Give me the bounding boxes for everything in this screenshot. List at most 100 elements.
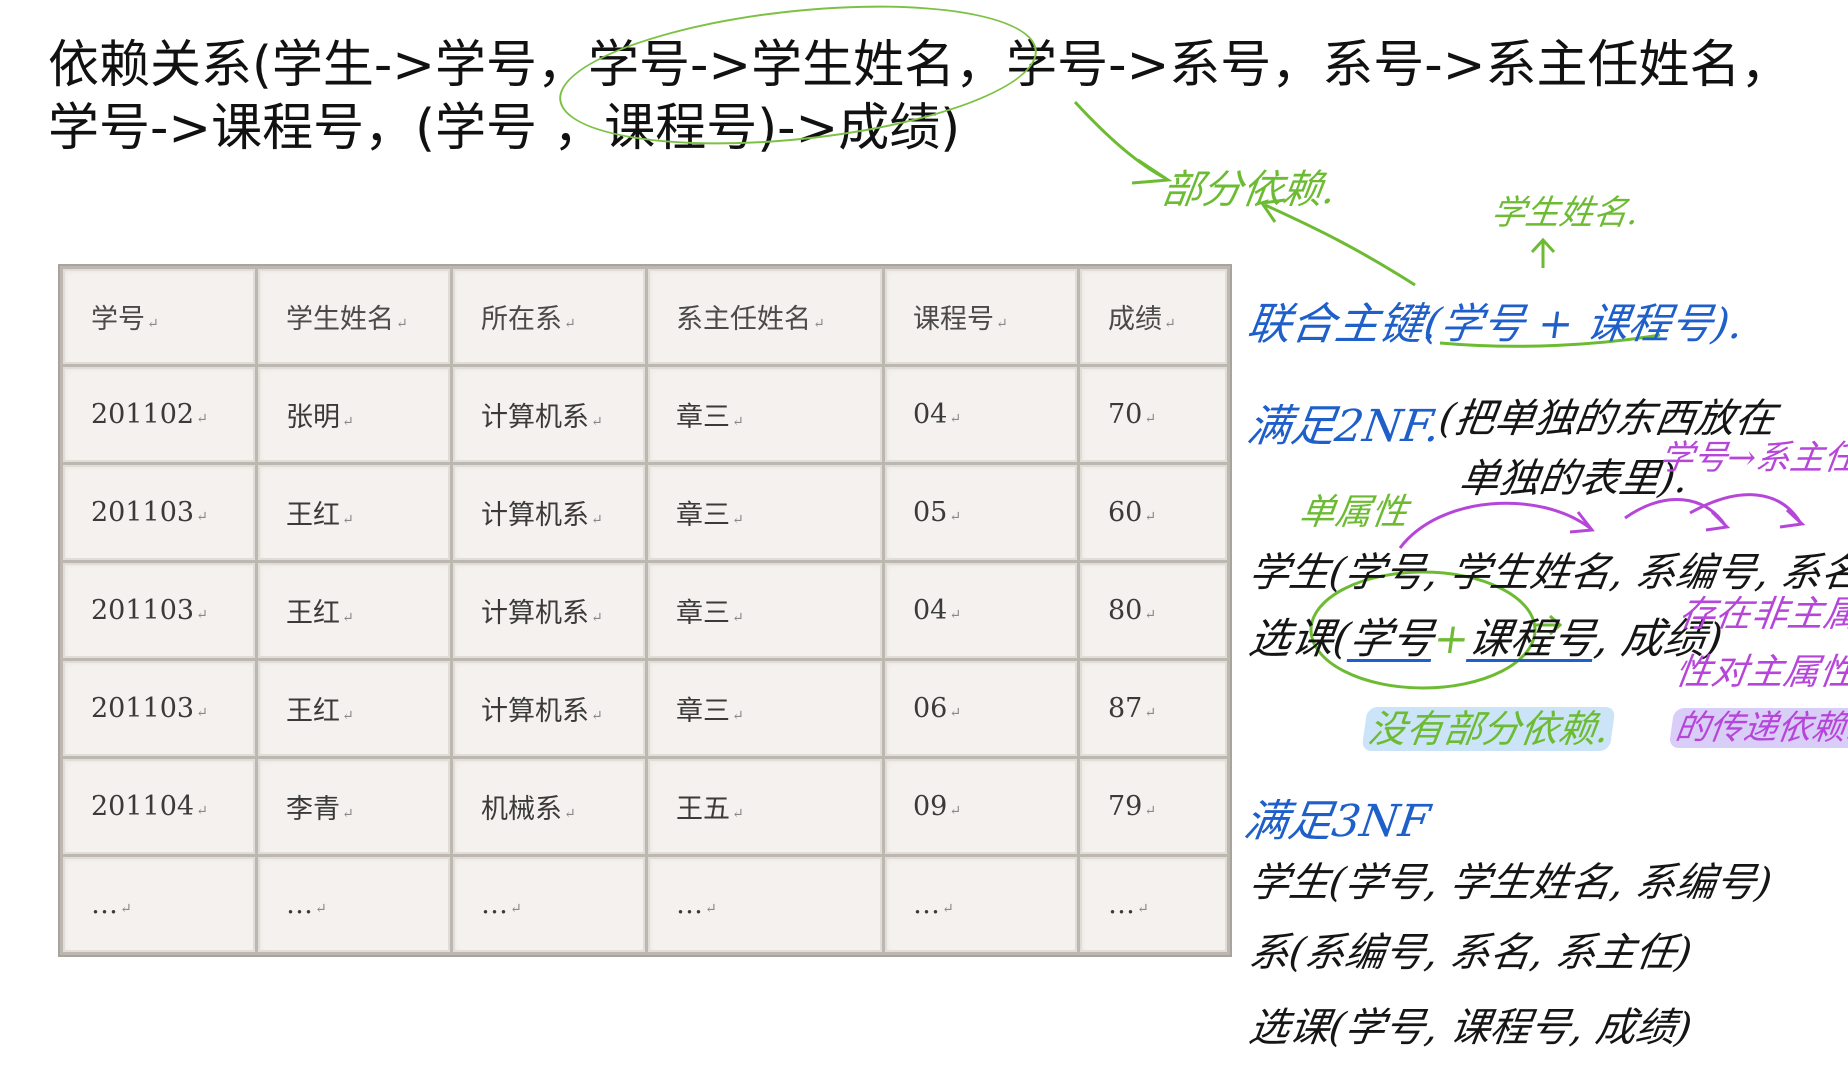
table-cell: 计算机系 ↵	[453, 367, 645, 462]
cell-text: 王红	[286, 500, 340, 531]
note-transitive-1: 存在非主属	[1676, 594, 1848, 635]
paragraph-mark-icon: ↵	[1144, 705, 1157, 721]
cell-text: 计算机系	[481, 402, 589, 433]
paragraph-mark-icon: ↵	[1144, 411, 1157, 427]
cell-text: 王红	[286, 598, 340, 629]
paragraph-mark-icon: ↵	[949, 705, 962, 721]
note-satisfy-2nf: 满足2NF.	[1243, 401, 1444, 452]
cell-text: 章三	[676, 696, 730, 727]
paragraph-mark-icon: ↵	[591, 610, 603, 626]
note-course-relation: 选课(学号+课程号, 成绩)	[1246, 605, 1727, 666]
note-composite-key-label: 联合主键.	[1243, 299, 1441, 350]
paragraph-mark-icon: ↵	[564, 316, 576, 332]
course-relation-prefix: 选课(	[1246, 614, 1354, 663]
table-header-cell: 成绩 ↵	[1080, 269, 1227, 364]
table-row: 201103 ↵ 王红 ↵ 计算机系 ↵ 章三 ↵ 04 ↵ 80 ↵	[63, 563, 1227, 658]
student-course-table: 学号 ↵ 学生姓名 ↵ 所在系 ↵ 系主任姓名 ↵ 课程号 ↵ 成绩 ↵ 201102 ↵ 张明 ↵ 计算机系 ↵…	[58, 264, 1232, 957]
cell-text: 201103	[91, 497, 195, 528]
table-cell: 章三 ↵	[648, 563, 882, 658]
table-cell: 05 ↵	[885, 465, 1077, 560]
table-cell: 王红 ↵	[258, 465, 450, 560]
paragraph-mark-icon: ↵	[564, 806, 576, 822]
cell-text: 计算机系	[481, 696, 589, 727]
paragraph-mark-icon: ↵	[942, 901, 954, 917]
course-relation-key1: 学号	[1346, 614, 1438, 663]
cell-text: 04	[913, 595, 948, 626]
table-cell: 李青 ↵	[258, 759, 450, 854]
paragraph-mark-icon: ↵	[342, 610, 354, 626]
table-cell: … ↵	[63, 857, 255, 952]
cell-text: 章三	[676, 402, 730, 433]
cell-text: 王红	[286, 696, 340, 727]
paragraph-mark-icon: ↵	[342, 414, 354, 430]
arc-3-head	[1779, 508, 1806, 529]
note-transitive-3: 的传递依赖.	[1668, 700, 1848, 749]
arrow-up-name	[1530, 237, 1556, 268]
cell-text: 05	[913, 497, 948, 528]
table-cell: 09 ↵	[885, 759, 1077, 854]
arrow-key-to-partial	[1264, 203, 1416, 287]
table-cell: 87 ↵	[1080, 661, 1227, 756]
paragraph-mark-icon: ↵	[1144, 607, 1157, 623]
paragraph-mark-icon: ↵	[196, 411, 208, 427]
note-single-attr: 单属性	[1296, 492, 1411, 533]
paragraph-mark-icon: ↵	[342, 708, 354, 724]
cell-text: …	[481, 889, 508, 920]
cell-text: 06	[913, 693, 948, 724]
note-student-name-top: 学生姓名.	[1488, 193, 1642, 233]
paragraph-mark-icon: ↵	[732, 806, 744, 822]
cell-text: 计算机系	[481, 500, 589, 531]
cell-text: 70	[1108, 399, 1143, 430]
cell-text: 201104	[91, 791, 195, 822]
table-cell: 04 ↵	[885, 367, 1077, 462]
table-cell: 201103 ↵	[63, 661, 255, 756]
paragraph-mark-icon: ↵	[732, 512, 744, 528]
paragraph-mark-icon: ↵	[949, 509, 962, 525]
table-cell: 计算机系 ↵	[453, 465, 645, 560]
table-header-cell: 系主任姓名 ↵	[648, 269, 882, 364]
paragraph-mark-icon: ↵	[949, 607, 962, 623]
cell-text: 87	[1108, 693, 1143, 724]
note-3nf-course: 选课(学号, 课程号, 成绩)	[1246, 1005, 1695, 1051]
table-header-cell: 学号 ↵	[63, 269, 255, 364]
paragraph-mark-icon: ↵	[949, 803, 962, 819]
paragraph-mark-icon: ↵	[813, 316, 825, 332]
table-cell: 201104 ↵	[63, 759, 255, 854]
table-body: 学号 ↵ 学生姓名 ↵ 所在系 ↵ 系主任姓名 ↵ 课程号 ↵ 成绩 ↵ 201102 ↵ 张明 ↵ 计算机系 ↵…	[63, 269, 1227, 952]
arc-1-head	[1569, 511, 1595, 534]
no-partial-text: 没有部分依赖.	[1361, 707, 1616, 751]
table-cell: 201103 ↵	[63, 465, 255, 560]
paragraph-mark-icon: ↵	[196, 803, 208, 819]
table-header-row: 学号 ↵ 学生姓名 ↵ 所在系 ↵ 系主任姓名 ↵ 课程号 ↵ 成绩 ↵	[63, 269, 1227, 364]
note-id-to-head: 学号→系主任	[1656, 438, 1848, 478]
note-3nf-dept: 系(系编号, 系名, 系主任)	[1246, 930, 1695, 976]
cell-text: 09	[913, 791, 948, 822]
cell-text: 80	[1108, 595, 1143, 626]
cell-text: …	[913, 889, 940, 920]
paragraph-mark-icon: ↵	[949, 411, 962, 427]
table-cell: … ↵	[885, 857, 1077, 952]
paragraph-mark-icon: ↵	[1144, 509, 1157, 525]
paragraph-mark-icon: ↵	[196, 509, 208, 525]
note-transitive-2: 性对主属性	[1672, 652, 1848, 693]
table-row: … ↵… ↵… ↵… ↵… ↵… ↵	[63, 857, 1227, 952]
transitive-3-text: 的传递依赖.	[1668, 708, 1848, 748]
cell-text: 所在系	[481, 304, 562, 335]
note-no-partial: 没有部分依赖.	[1361, 698, 1617, 753]
table-cell: 章三 ↵	[648, 465, 882, 560]
table-cell: … ↵	[1080, 857, 1227, 952]
course-relation-key2: 课程号	[1465, 614, 1599, 663]
paragraph-mark-icon: ↵	[342, 806, 354, 822]
arc-3	[1689, 493, 1802, 523]
note-satisfy-3nf: 满足3NF	[1240, 796, 1433, 847]
paragraph-mark-icon: ↵	[705, 901, 717, 917]
cell-text: 成绩	[1108, 304, 1162, 335]
table-cell: 计算机系 ↵	[453, 661, 645, 756]
note-3nf-student: 学生(学号, 学生姓名, 系编号)	[1246, 860, 1775, 906]
table-row: 201104 ↵ 李青 ↵ 机械系 ↵ 王五 ↵ 09 ↵ 79 ↵	[63, 759, 1227, 854]
paragraph-mark-icon: ↵	[1144, 803, 1157, 819]
table-cell: 201103 ↵	[63, 563, 255, 658]
table-cell: 机械系 ↵	[453, 759, 645, 854]
paragraph-mark-icon: ↵	[732, 708, 744, 724]
cell-text: …	[286, 889, 313, 920]
